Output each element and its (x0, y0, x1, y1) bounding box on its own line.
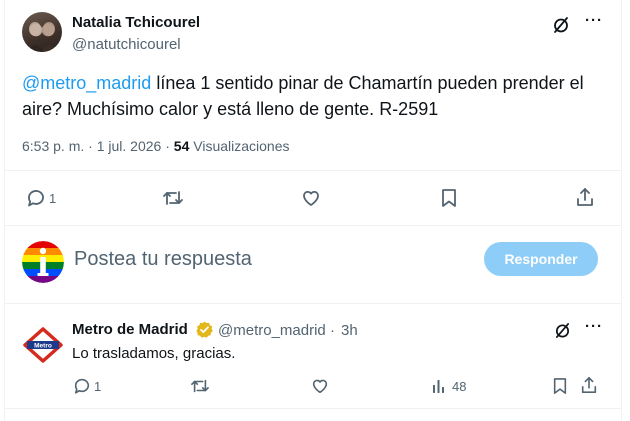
more-options-icon[interactable]: ··· (585, 12, 603, 29)
tweet-text: @metro_madrid línea 1 sentido pinar de C… (22, 70, 602, 122)
tweet-meta: 6:53 p. m. · 1 jul. 2026 · 54 Visualizac… (22, 138, 290, 154)
divider (5, 408, 621, 409)
views-icon (433, 380, 444, 393)
reply-time[interactable]: 3h (341, 322, 358, 339)
reply-icon (74, 378, 90, 394)
right-border (621, 0, 622, 421)
reply-author-name[interactable]: Metro de Madrid (72, 321, 188, 338)
like-icon (312, 379, 328, 394)
bookmark-action[interactable] (440, 188, 458, 208)
reply-icon (28, 190, 44, 207)
views-count: 48 (452, 378, 467, 394)
share-icon (577, 188, 593, 206)
reply-count: 1 (94, 378, 102, 394)
author-name[interactable]: Natalia Tchicourel (72, 14, 200, 31)
like-icon (303, 190, 319, 206)
meta-separator: · (88, 138, 93, 154)
meta-separator: · (165, 138, 170, 154)
metro-madrid-logo[interactable]: Metro (22, 324, 64, 366)
reply-share-action[interactable] (580, 376, 598, 394)
tweet-time[interactable]: 6:53 p. m. (22, 138, 84, 154)
more-options-icon[interactable]: ··· (585, 318, 603, 335)
reply-input[interactable]: Postea tu respuesta (74, 248, 252, 271)
share-icon (581, 376, 597, 394)
bookmark-icon (442, 189, 456, 207)
author-handle[interactable]: @natutchicourel (72, 36, 181, 53)
retweet-action[interactable] (162, 188, 184, 208)
share-action[interactable] (575, 187, 595, 207)
mention-link[interactable]: @metro_madrid (22, 73, 151, 93)
views-count[interactable]: 54 (174, 138, 190, 154)
bookmark-icon (553, 378, 567, 394)
author-avatar[interactable] (22, 12, 62, 52)
reply-bookmark-action[interactable] (552, 377, 568, 395)
meta-separator: · (330, 322, 335, 339)
grok-icon[interactable] (554, 322, 571, 339)
metro-logo-text: Metro (34, 343, 52, 350)
divider (5, 170, 621, 171)
tweet-date[interactable]: 1 jul. 2026 (97, 138, 162, 154)
reply-retweet-action[interactable] (190, 377, 210, 395)
reply-like-action[interactable] (311, 377, 329, 395)
divider (5, 225, 621, 226)
grok-icon[interactable] (552, 16, 570, 34)
reply-author-handle[interactable]: @metro_madrid (218, 322, 326, 339)
responder-button[interactable]: Responder (484, 242, 598, 276)
retweet-icon (191, 379, 209, 393)
reply-views-action[interactable]: 48 (432, 378, 466, 394)
reply-count: 1 (49, 190, 57, 206)
reply-text: Lo trasladamos, gracias. (72, 345, 236, 362)
reply-reply-action[interactable]: 1 (73, 377, 101, 395)
user-avatar[interactable] (22, 241, 64, 283)
verified-badge-icon (196, 321, 213, 338)
retweet-icon (163, 191, 183, 205)
divider (5, 303, 621, 304)
views-label[interactable]: Visualizaciones (193, 138, 289, 154)
like-action[interactable] (301, 188, 321, 208)
left-border (4, 0, 5, 421)
reply-action[interactable]: 1 (26, 188, 56, 208)
